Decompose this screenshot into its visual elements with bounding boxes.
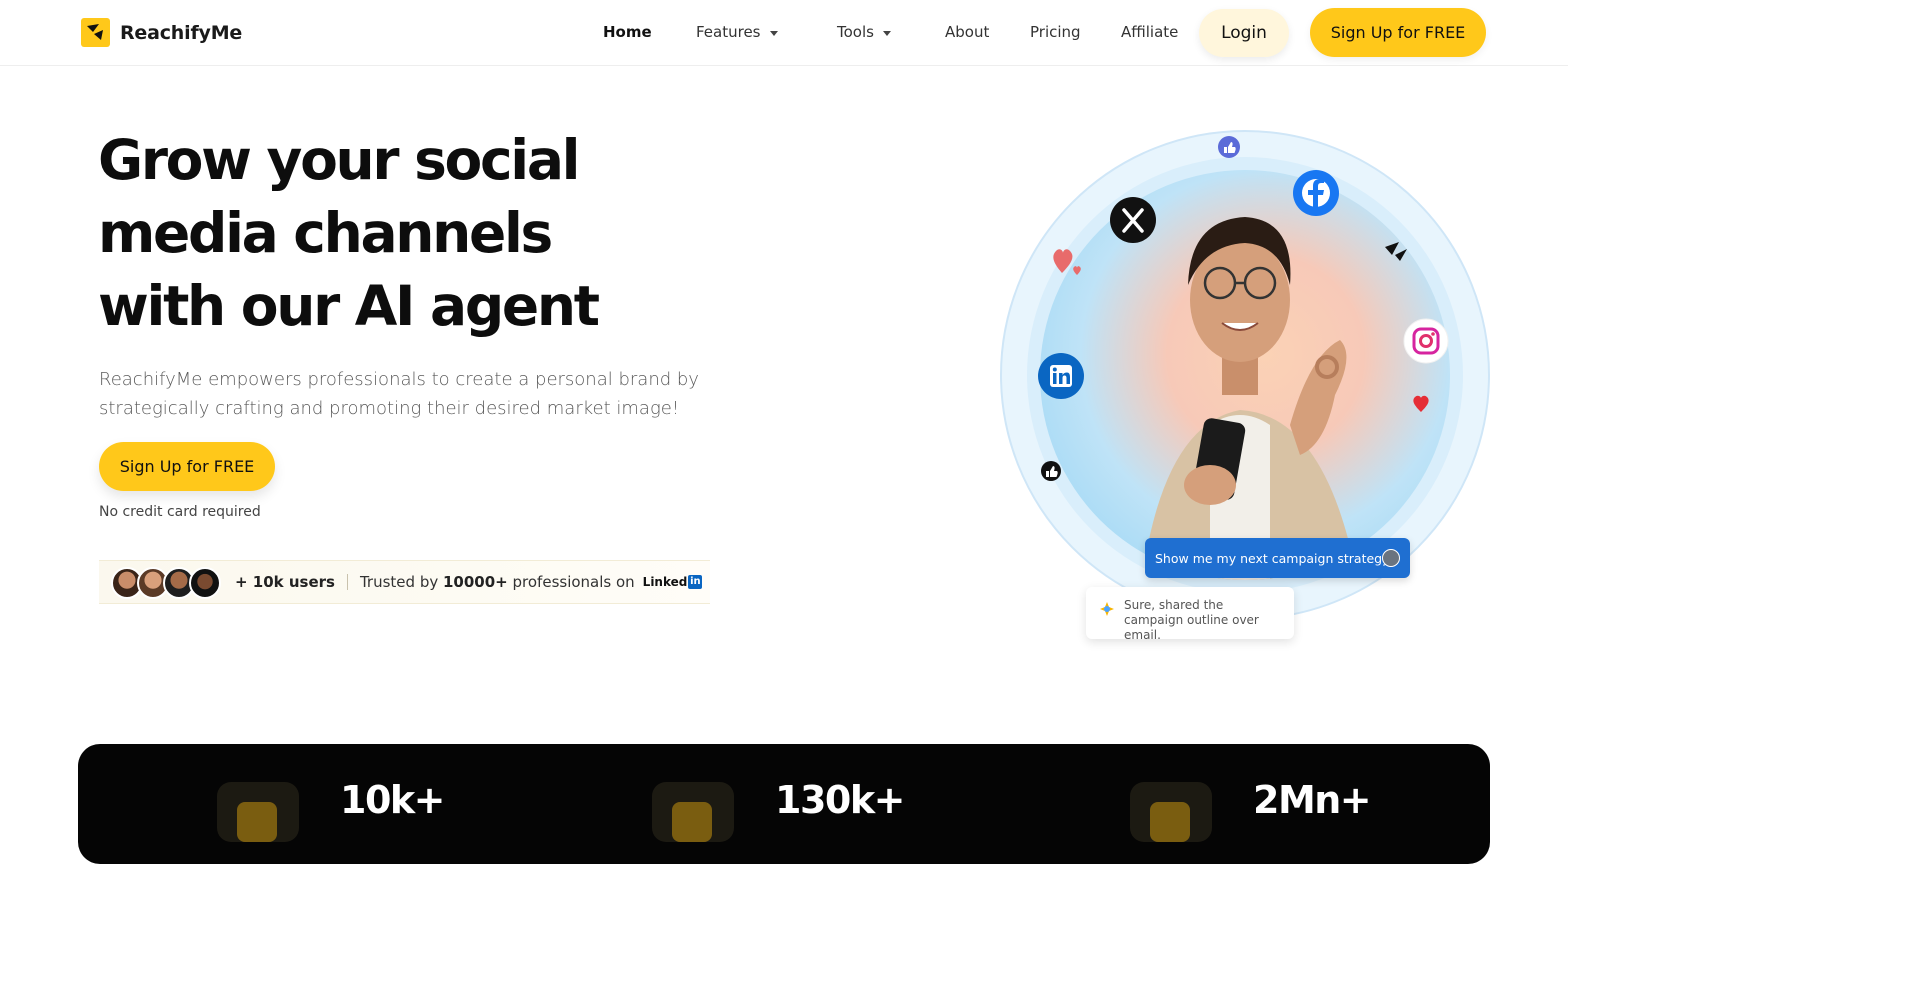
hero-title-line-2: media channels xyxy=(98,201,553,265)
thumbs-up-icon xyxy=(1041,461,1061,481)
hero-title-line-3: with our AI agent xyxy=(98,274,600,338)
chat-user-message: Show me my next campaign strategy xyxy=(1145,538,1410,578)
nav-pricing-label: Pricing xyxy=(1030,23,1081,41)
divider xyxy=(346,574,348,590)
facebook-icon xyxy=(1293,170,1339,216)
no-credit-card-note: No credit card required xyxy=(99,504,261,520)
linkedin-wordmark-icon: Linked in xyxy=(643,575,703,589)
ai-sparkle-icon xyxy=(1100,602,1114,616)
users-count: + 10k users xyxy=(235,573,335,591)
stat-value-reach: 2Mn+ xyxy=(1253,778,1372,822)
stat-value-users: 10k+ xyxy=(340,778,446,822)
trust-text-prefix: Trusted by xyxy=(359,573,443,591)
trust-text: Trusted by 10000+ professionals on xyxy=(360,573,635,591)
nav-affiliate-label: Affiliate xyxy=(1121,23,1179,41)
linkedin-wordmark-text: Linked xyxy=(642,575,688,589)
stat-value-posts: 130k+ xyxy=(775,778,905,822)
chat-reply-message: Sure, shared the campaign outline over e… xyxy=(1086,587,1294,642)
chevron-down-icon xyxy=(882,30,891,36)
chevron-down-icon xyxy=(769,30,778,36)
top-navbar: ReachifyMe Home Features Tools About Pri… xyxy=(0,0,1568,66)
hero-subtitle: ReachifyMe empowers professionals to cre… xyxy=(99,369,699,419)
signup-button-hero[interactable]: Sign Up for FREE xyxy=(99,442,275,491)
avatar xyxy=(1382,549,1400,567)
nav-features-label: Features xyxy=(696,23,761,41)
nav-about-label: About xyxy=(945,23,990,41)
nav-features[interactable]: Features xyxy=(696,23,778,41)
reachifyme-logo-icon xyxy=(81,18,110,47)
hero-title: Grow your social media channels with our… xyxy=(98,124,658,343)
nav-pricing[interactable]: Pricing xyxy=(1030,23,1081,41)
user-avatars xyxy=(111,564,231,600)
trust-text-bold: 10000+ xyxy=(442,573,508,591)
avatar xyxy=(189,567,221,599)
instagram-icon xyxy=(1403,318,1449,364)
stat-icon xyxy=(1130,782,1212,842)
stat-icon xyxy=(652,782,734,842)
signup-button-nav[interactable]: Sign Up for FREE xyxy=(1310,8,1486,57)
stat-icon xyxy=(217,782,299,842)
chat-user-text: Show me my next campaign strategy xyxy=(1155,550,1390,566)
linkedin-icon xyxy=(1038,353,1084,399)
nav-tools-label: Tools xyxy=(837,23,874,41)
nav-tools[interactable]: Tools xyxy=(837,23,891,41)
x-logo-icon xyxy=(1110,197,1156,243)
nav-home[interactable]: Home xyxy=(603,23,652,41)
trust-banner: + 10k users Trusted by 10000+ profession… xyxy=(99,560,710,604)
nav-home-label: Home xyxy=(603,23,652,41)
thumbs-up-icon xyxy=(1218,136,1240,158)
brand-logo[interactable]: ReachifyMe xyxy=(81,18,242,47)
brand-name: ReachifyMe xyxy=(120,21,243,44)
chat-reply-text: Sure, shared the campaign outline over e… xyxy=(1124,598,1259,642)
trust-text-suffix: professionals on xyxy=(507,573,635,591)
nav-affiliate[interactable]: Affiliate xyxy=(1121,23,1178,41)
login-button[interactable]: Login xyxy=(1199,9,1289,57)
nav-about[interactable]: About xyxy=(945,23,989,41)
hero-title-line-1: Grow your social xyxy=(98,128,581,192)
linkedin-wordmark-box: in xyxy=(688,575,703,589)
